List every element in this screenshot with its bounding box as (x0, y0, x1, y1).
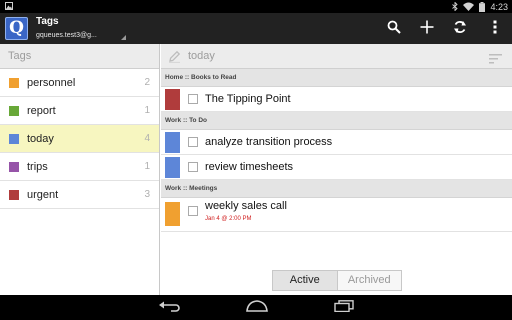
task-due-date: Jan 4 @ 2:00 PM (205, 216, 252, 222)
task-row[interactable]: review timesheets (161, 155, 512, 180)
tag-label: urgent (27, 189, 59, 201)
pencil-icon[interactable] (168, 50, 181, 68)
spinner-indicator-icon (121, 35, 126, 40)
tag-item-personnel[interactable]: personnel 2 (0, 69, 159, 97)
tag-label: personnel (27, 77, 76, 89)
task-checkbox[interactable] (188, 94, 198, 104)
active-tab[interactable]: Active (273, 271, 338, 290)
tasks-pane: today Home :: Books to Read The Tipping … (161, 44, 512, 295)
home-icon (245, 299, 269, 317)
wifi-icon (463, 2, 475, 11)
task-row[interactable]: weekly sales call Jan 4 @ 2:00 PM (161, 198, 512, 232)
task-checkbox[interactable] (188, 137, 198, 147)
task-row[interactable]: The Tipping Point (161, 87, 512, 112)
tag-item-urgent[interactable]: urgent 3 (0, 181, 159, 209)
home-button[interactable] (242, 298, 272, 317)
tag-count: 3 (144, 189, 150, 200)
task-title: The Tipping Point (205, 93, 291, 105)
search-button[interactable] (383, 18, 405, 40)
tag-item-today[interactable]: today 4 (0, 125, 159, 153)
task-row[interactable]: analyze transition process (161, 130, 512, 155)
account-spinner[interactable]: Tags gqueues.test3@g... (36, 16, 126, 42)
recent-apps-icon (334, 299, 354, 317)
add-icon (420, 20, 434, 39)
tag-color-swatch (9, 162, 19, 172)
tag-color-swatch (9, 106, 19, 116)
tag-color-swatch (9, 190, 19, 200)
tag-label: report (27, 105, 56, 117)
tag-count: 2 (144, 77, 150, 88)
task-checkbox[interactable] (188, 162, 198, 172)
screen-title: Tags (36, 16, 59, 27)
app-logo-icon[interactable]: Q (5, 17, 28, 40)
sync-button[interactable] (449, 18, 471, 40)
tags-pane: Tags personnel 2 report 1 today 4 trips … (0, 44, 160, 295)
clock: 4:23 (490, 1, 508, 12)
search-icon (387, 20, 401, 39)
tag-color-swatch (9, 134, 19, 144)
task-color-bar (165, 89, 180, 110)
task-color-bar (165, 157, 180, 178)
list-title: today (188, 50, 215, 62)
overflow-menu-icon (493, 20, 497, 39)
battery-icon (479, 1, 486, 12)
tag-item-trips[interactable]: trips 1 (0, 153, 159, 181)
tag-label: today (27, 133, 54, 145)
task-list-header: today (161, 44, 512, 69)
back-button[interactable] (155, 298, 185, 317)
task-color-bar (165, 132, 180, 153)
bluetooth-icon (452, 2, 459, 11)
navigation-bar (0, 295, 512, 320)
task-color-bar (165, 202, 180, 226)
sync-icon (453, 20, 467, 39)
recent-apps-button[interactable] (329, 298, 359, 317)
task-title: analyze transition process (205, 136, 333, 148)
back-icon (159, 299, 181, 317)
add-task-button[interactable] (416, 18, 438, 40)
section-header: Work :: Meetings (161, 180, 512, 198)
active-archived-toggle: Active Archived (272, 270, 402, 291)
sort-icon[interactable] (489, 51, 502, 69)
status-bar: 4:23 (0, 0, 512, 13)
tag-label: trips (27, 161, 48, 173)
tag-color-swatch (9, 78, 19, 88)
tag-count: 1 (144, 161, 150, 172)
account-name: gqueues.test3@g... (36, 32, 97, 39)
tag-item-report[interactable]: report 1 (0, 97, 159, 125)
image-notification-icon (5, 2, 13, 10)
tags-header: Tags (0, 44, 159, 69)
task-title: review timesheets (205, 161, 294, 173)
tag-count: 1 (144, 105, 150, 116)
section-header: Work :: To Do (161, 112, 512, 130)
task-checkbox[interactable] (188, 206, 198, 216)
section-header: Home :: Books to Read (161, 69, 512, 87)
archived-tab[interactable]: Archived (337, 271, 401, 290)
overflow-menu-button[interactable] (484, 18, 506, 40)
tag-count: 4 (144, 133, 150, 144)
action-bar: Q Tags gqueues.test3@g... (0, 13, 512, 44)
task-title: weekly sales call (205, 200, 287, 212)
